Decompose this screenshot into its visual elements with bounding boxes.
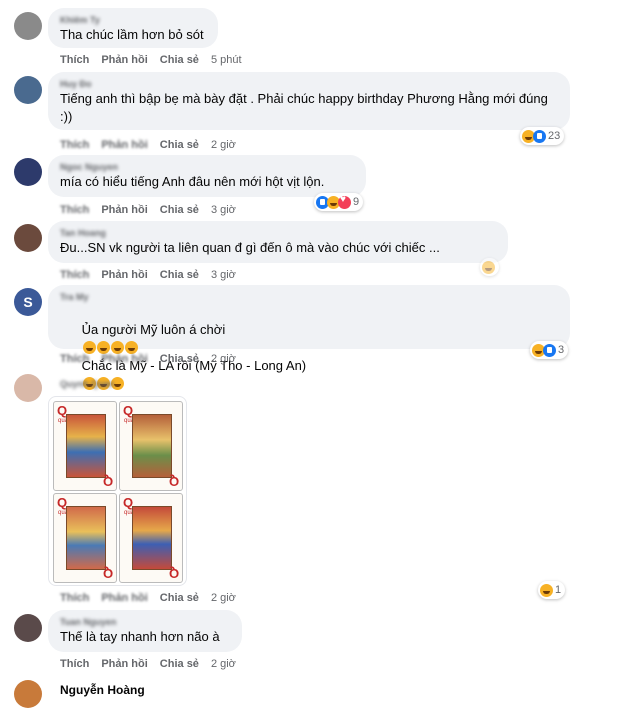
- share-button[interactable]: Chia sẻ: [160, 591, 199, 605]
- avatar[interactable]: [14, 224, 42, 252]
- comment-author[interactable]: Ngoc Nguyen: [60, 161, 354, 173]
- reply-button[interactable]: Phản hồi: [101, 53, 147, 67]
- comment-author[interactable]: Tuan Nguyen: [60, 616, 230, 628]
- comment-bubble: Ngoc Nguyen mía có hiểu tiếng Anh đâu nê…: [48, 155, 366, 197]
- share-button[interactable]: Chia sẻ: [160, 352, 199, 366]
- reaction-count: 1: [555, 584, 562, 596]
- reply-button[interactable]: Phản hồi: [101, 352, 147, 366]
- reaction-summary[interactable]: 23: [520, 127, 565, 145]
- reaction-count: 9: [353, 196, 360, 208]
- share-button[interactable]: Chia sẻ: [160, 138, 199, 152]
- avatar[interactable]: S: [14, 288, 42, 316]
- comment-text: mía có hiểu tiếng Anh đâu nên mới hột vị…: [60, 174, 325, 189]
- comment-author[interactable]: Quynh Quan: [60, 378, 114, 390]
- avatar[interactable]: [14, 374, 42, 402]
- comment-time[interactable]: 2 giờ: [211, 657, 236, 671]
- comment-author[interactable]: Huy Đo: [60, 78, 558, 90]
- comment-bubble: Huy Đo Tiếng anh thì bập bẹ mà bày đặt .…: [48, 72, 570, 130]
- reply-button[interactable]: Phản hồi: [101, 203, 147, 217]
- comment-author[interactable]: Tan Hoang: [60, 227, 496, 239]
- share-button[interactable]: Chia sẻ: [160, 53, 199, 67]
- avatar[interactable]: [14, 614, 42, 642]
- playing-card: Q quả Q: [53, 401, 117, 491]
- comment-image[interactable]: Q quả Q Q quả Q Q quả Q Q quả Q: [48, 396, 187, 586]
- comment-text: Tha chúc lầm hơn bỏ sót: [60, 27, 204, 42]
- comment-bubble: Tra My Ủa người Mỹ luôn á chời Chắc là M…: [48, 285, 570, 426]
- avatar[interactable]: [14, 680, 42, 708]
- reply-button[interactable]: Phản hồi: [101, 268, 147, 282]
- comment-author[interactable]: Nguyễn Hoàng: [60, 684, 145, 696]
- comment-bubble: Khiêm Ty Tha chúc lầm hơn bỏ sót: [48, 8, 218, 48]
- like-button[interactable]: Thích: [60, 53, 89, 67]
- like-button[interactable]: Thích: [60, 352, 89, 366]
- comment-author[interactable]: Tra My: [60, 291, 558, 303]
- playing-card: Q quả Q: [53, 493, 117, 583]
- share-button[interactable]: Chia sẻ: [160, 657, 199, 671]
- comment-text: Tiếng anh thì bập bẹ mà bày đặt . Phải c…: [60, 91, 548, 124]
- like-reaction-icon: [543, 343, 556, 357]
- comment-bubble: Tuan Nguyen Thế là tay nhanh hơn não à: [48, 610, 242, 652]
- reaction-summary[interactable]: [480, 258, 499, 276]
- playing-card: Q quả Q: [119, 401, 183, 491]
- comment-text: Đu...SN vk người ta liên quan đ gì đến ô…: [60, 240, 440, 255]
- like-button[interactable]: Thích: [60, 657, 89, 671]
- comment-text: Thế là tay nhanh hơn não à: [60, 629, 220, 644]
- comment-time[interactable]: 2 giờ: [211, 138, 236, 152]
- comment-time[interactable]: 3 giờ: [211, 268, 236, 282]
- reaction-summary[interactable]: 9: [314, 193, 364, 211]
- share-button[interactable]: Chia sẻ: [160, 268, 199, 282]
- comment-time[interactable]: 3 giờ: [211, 203, 236, 217]
- reaction-summary[interactable]: 3: [530, 341, 569, 359]
- like-button[interactable]: Thích: [60, 591, 89, 605]
- comment-author[interactable]: Khiêm Ty: [60, 14, 206, 26]
- comment-time[interactable]: 5 phút: [211, 53, 242, 67]
- comment-time[interactable]: 2 giờ: [211, 352, 236, 366]
- reply-button[interactable]: Phản hồi: [101, 657, 147, 671]
- love-reaction-icon: [338, 194, 351, 209]
- avatar[interactable]: [14, 158, 42, 186]
- share-button[interactable]: Chia sẻ: [160, 203, 199, 217]
- haha-reaction-icon: [540, 583, 553, 597]
- reply-button[interactable]: Phản hồi: [101, 138, 147, 152]
- reaction-summary[interactable]: 1: [538, 581, 566, 599]
- reaction-count: 3: [558, 344, 565, 356]
- haha-reaction-icon: [482, 260, 495, 274]
- reaction-count: 23: [548, 130, 561, 142]
- avatar[interactable]: [14, 12, 42, 40]
- like-button[interactable]: Thích: [60, 138, 89, 152]
- playing-card: Q quả Q: [119, 493, 183, 583]
- comment-text-part: Ủa người Mỹ luôn á chời: [81, 322, 226, 337]
- avatar[interactable]: [14, 76, 42, 104]
- reply-button[interactable]: Phản hồi: [101, 591, 147, 605]
- comment-time[interactable]: 2 giờ: [211, 591, 236, 605]
- avatar-letter: S: [23, 294, 33, 310]
- like-button[interactable]: Thích: [60, 268, 89, 282]
- like-reaction-icon: [533, 129, 546, 143]
- like-button[interactable]: Thích: [60, 203, 89, 217]
- comment-bubble: Tan Hoang Đu...SN vk người ta liên quan …: [48, 221, 508, 263]
